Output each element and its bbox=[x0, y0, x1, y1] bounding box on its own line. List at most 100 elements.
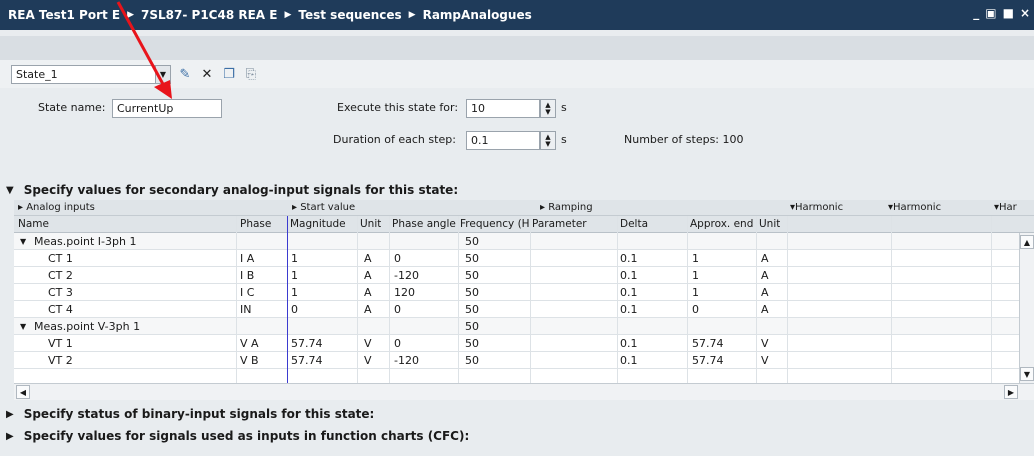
column-name[interactable]: Name bbox=[18, 218, 49, 230]
breadcrumb-project[interactable]: REA Test1 Port E bbox=[8, 8, 120, 22]
column-phase[interactable]: Phase bbox=[240, 218, 271, 230]
cell-delta[interactable]: 0.1 bbox=[620, 337, 638, 350]
cell-unit2[interactable]: A bbox=[761, 252, 769, 265]
column-parameter[interactable]: Parameter bbox=[532, 218, 587, 230]
cell-angle[interactable]: 0 bbox=[394, 252, 401, 265]
analog-section-header[interactable]: ▼ Specify values for secondary analog-in… bbox=[0, 181, 1034, 199]
table-row[interactable]: VT 2 V B 57.74 V -120 50 0.1 57.74 V bbox=[14, 352, 1019, 369]
group-row[interactable]: ▼ Meas.point V-3ph 1 50 bbox=[14, 318, 1019, 335]
column-frequency[interactable]: Frequency (H bbox=[460, 218, 532, 230]
expand-triangle-icon[interactable]: ▶ bbox=[6, 431, 14, 442]
new-state-icon[interactable]: ✎ bbox=[177, 66, 193, 82]
cell-unit2[interactable]: A bbox=[761, 303, 769, 316]
group-harmonic-3[interactable]: ▾Har bbox=[994, 202, 1017, 213]
column-magnitude[interactable]: Magnitude bbox=[290, 218, 346, 230]
cell-freq[interactable]: 50 bbox=[465, 354, 479, 367]
cell-phase[interactable]: I A bbox=[240, 252, 254, 265]
delete-icon[interactable]: ✕ bbox=[199, 66, 215, 82]
cell-mag[interactable]: 0 bbox=[291, 303, 298, 316]
collapse-triangle-icon[interactable]: ▼ bbox=[20, 322, 26, 331]
cell-unit2[interactable]: V bbox=[761, 337, 769, 350]
cell-freq[interactable]: 50 bbox=[465, 303, 479, 316]
cell-angle[interactable]: 0 bbox=[394, 303, 401, 316]
table-row[interactable]: CT 1 I A 1 A 0 50 0.1 1 A bbox=[14, 250, 1019, 267]
binary-section-header[interactable]: ▶ Specify status of binary-input signals… bbox=[0, 405, 1034, 423]
step-duration-field[interactable]: 0.1 bbox=[466, 131, 540, 150]
cell-phase[interactable]: V A bbox=[240, 337, 259, 350]
cell-phase[interactable]: IN bbox=[240, 303, 251, 316]
execute-duration-field[interactable]: 10 bbox=[466, 99, 540, 118]
cell-unit2[interactable]: V bbox=[761, 354, 769, 367]
cell-unit2[interactable]: A bbox=[761, 286, 769, 299]
scroll-left-icon[interactable]: ◀ bbox=[16, 385, 30, 399]
expand-triangle-icon[interactable]: ▶ bbox=[6, 409, 14, 420]
cell-freq[interactable]: 50 bbox=[465, 252, 479, 265]
copy-icon[interactable]: ❐ bbox=[221, 66, 237, 82]
cell-delta[interactable]: 0.1 bbox=[620, 286, 638, 299]
cell-end[interactable]: 0 bbox=[692, 303, 699, 316]
column-unit-end[interactable]: Unit bbox=[759, 218, 780, 230]
cell-unit[interactable]: V bbox=[364, 354, 372, 367]
cell-mag[interactable]: 1 bbox=[291, 269, 298, 282]
execute-spinner-icon[interactable]: ▲ ▼ bbox=[540, 99, 556, 118]
scroll-right-icon[interactable]: ▶ bbox=[1004, 385, 1018, 399]
cell-unit[interactable]: V bbox=[364, 337, 372, 350]
cell-delta[interactable]: 0.1 bbox=[620, 252, 638, 265]
cell-freq[interactable]: 50 bbox=[465, 235, 479, 248]
group-start-value[interactable]: ▸ Start value bbox=[292, 202, 355, 213]
cell-phase[interactable]: V B bbox=[240, 354, 259, 367]
cell-unit[interactable]: A bbox=[364, 269, 372, 282]
breadcrumb-test-sequences[interactable]: Test sequences bbox=[298, 8, 401, 22]
column-delta[interactable]: Delta bbox=[620, 218, 648, 230]
cell-mag[interactable]: 1 bbox=[291, 286, 298, 299]
paste-icon[interactable]: ⎘ bbox=[243, 66, 259, 82]
scroll-up-icon[interactable]: ▲ bbox=[1020, 235, 1034, 249]
minimize-icon[interactable]: _ bbox=[973, 6, 979, 20]
cell-end[interactable]: 57.74 bbox=[692, 337, 724, 350]
column-unit[interactable]: Unit bbox=[360, 218, 381, 230]
table-row[interactable]: VT 1 V A 57.74 V 0 50 0.1 57.74 V bbox=[14, 335, 1019, 352]
cell-mag[interactable]: 1 bbox=[291, 252, 298, 265]
cell-unit[interactable]: A bbox=[364, 252, 372, 265]
column-approx-end[interactable]: Approx. end bbox=[690, 218, 753, 230]
collapse-triangle-icon[interactable]: ▼ bbox=[20, 237, 26, 246]
restore-icon[interactable]: ▣ bbox=[985, 6, 996, 20]
horizontal-scrollbar[interactable]: ◀ ▶ bbox=[14, 383, 1034, 400]
cell-phase[interactable]: I B bbox=[240, 269, 254, 282]
table-row[interactable]: CT 3 I C 1 A 120 50 0.1 1 A bbox=[14, 284, 1019, 301]
cell-angle[interactable]: -120 bbox=[394, 354, 419, 367]
cell-mag[interactable]: 57.74 bbox=[291, 337, 323, 350]
cell-end[interactable]: 57.74 bbox=[692, 354, 724, 367]
cell-angle[interactable]: -120 bbox=[394, 269, 419, 282]
breadcrumb-device[interactable]: 7SL87- P1C48 REA E bbox=[141, 8, 277, 22]
group-ramping[interactable]: ▸ Ramping bbox=[540, 202, 593, 213]
chevron-down-icon[interactable]: ▼ bbox=[155, 65, 170, 83]
cell-freq[interactable]: 50 bbox=[465, 286, 479, 299]
cell-end[interactable]: 1 bbox=[692, 269, 699, 282]
cell-angle[interactable]: 120 bbox=[394, 286, 415, 299]
cell-freq[interactable]: 50 bbox=[465, 269, 479, 282]
table-row[interactable]: CT 4 IN 0 A 0 50 0.1 0 A bbox=[14, 301, 1019, 318]
table-row[interactable]: CT 2 I B 1 A -120 50 0.1 1 A bbox=[14, 267, 1019, 284]
cell-end[interactable]: 1 bbox=[692, 286, 699, 299]
cell-end[interactable]: 1 bbox=[692, 252, 699, 265]
cell-delta[interactable]: 0.1 bbox=[620, 269, 638, 282]
group-analog-inputs[interactable]: ▸ Analog inputs bbox=[18, 202, 95, 213]
group-row[interactable]: ▼ Meas.point I-3ph 1 50 bbox=[14, 233, 1019, 250]
column-phase-angle[interactable]: Phase angle ( bbox=[392, 218, 458, 230]
cell-unit[interactable]: A bbox=[364, 286, 372, 299]
cell-unit[interactable]: A bbox=[364, 303, 372, 316]
state-dropdown[interactable]: State_1 ▼ bbox=[11, 64, 171, 84]
cell-phase[interactable]: I C bbox=[240, 286, 254, 299]
collapse-triangle-icon[interactable]: ▼ bbox=[6, 185, 14, 196]
group-harmonic-1[interactable]: ▾Harmonic bbox=[790, 202, 843, 213]
cell-angle[interactable]: 0 bbox=[394, 337, 401, 350]
cell-delta[interactable]: 0.1 bbox=[620, 354, 638, 367]
cfc-section-header[interactable]: ▶ Specify values for signals used as inp… bbox=[0, 427, 1034, 445]
state-name-field[interactable]: CurrentUp bbox=[112, 99, 222, 118]
maximize-icon[interactable]: ■ bbox=[1003, 6, 1014, 20]
duration-spinner-icon[interactable]: ▲ ▼ bbox=[540, 131, 556, 150]
cell-delta[interactable]: 0.1 bbox=[620, 303, 638, 316]
group-harmonic-2[interactable]: ▾Harmonic bbox=[888, 202, 941, 213]
cell-mag[interactable]: 57.74 bbox=[291, 354, 323, 367]
